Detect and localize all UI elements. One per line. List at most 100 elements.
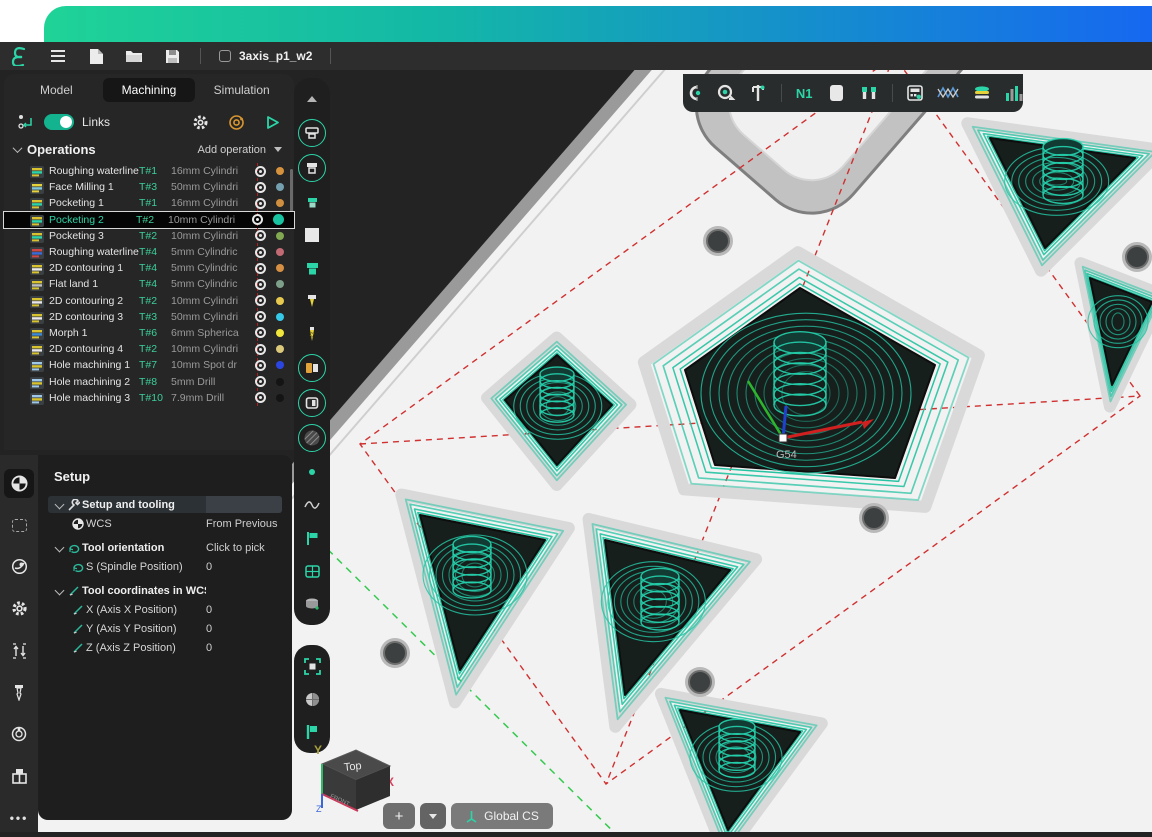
simulation-ball-icon[interactable] [4, 553, 34, 582]
setup-row[interactable]: Z (Axis Z Position)0 [48, 639, 282, 656]
operation-radio-icon[interactable] [255, 327, 266, 338]
tool-holder-icon[interactable] [4, 720, 34, 749]
holder-block-icon[interactable] [4, 761, 34, 790]
hatch-sphere-icon[interactable] [298, 424, 326, 452]
drill-tool-icon[interactable] [4, 678, 34, 707]
setup-row-value[interactable]: Click to pick [206, 542, 282, 554]
operation-radio-icon[interactable] [255, 376, 266, 387]
toolpath-color-dot[interactable] [276, 329, 284, 337]
orbit-ball-icon[interactable] [299, 686, 325, 712]
toolpath-color-dot[interactable] [276, 280, 284, 288]
nc-program-icon[interactable]: N1 [795, 81, 814, 105]
point-dot-icon[interactable] [299, 459, 325, 485]
operation-radio-icon[interactable] [255, 360, 266, 371]
operation-row[interactable]: Morph 1T#66mm Spherica [4, 325, 294, 341]
setup-row-value[interactable]: 0 [206, 623, 282, 635]
view-cube[interactable]: Y X Top FRONT Z [306, 738, 398, 819]
toolpath-color-dot[interactable] [276, 345, 284, 353]
cs-dropdown-button[interactable] [420, 803, 446, 829]
operations-collapse-icon[interactable] [13, 143, 23, 153]
operation-radio-icon[interactable] [255, 182, 266, 193]
main-menu-icon[interactable] [48, 46, 68, 66]
toolpath-color-dot[interactable] [276, 167, 284, 175]
scroll-up-caret-icon[interactable] [299, 86, 325, 112]
save-icon[interactable] [162, 46, 182, 66]
operation-row[interactable]: Flat land 1T#45mm Cylindric [4, 276, 294, 292]
setup-row[interactable]: Tool coordinates in WCS [48, 582, 282, 599]
operation-row[interactable]: Hole machining 1T#710mm Spot dr [4, 357, 294, 373]
wcs-icon[interactable] [4, 469, 34, 498]
toolpath-color-dot[interactable] [273, 214, 284, 225]
setup-row[interactable]: Setup and tooling [48, 496, 282, 513]
tool-tip-icon[interactable] [299, 288, 325, 314]
setup-row[interactable]: X (Axis X Position)0 [48, 601, 282, 618]
transform-arrows-icon[interactable] [4, 636, 34, 665]
operation-radio-icon[interactable] [252, 214, 263, 225]
spline-wave-icon[interactable] [299, 492, 325, 518]
caliper-icon[interactable] [749, 81, 768, 105]
setup-row[interactable]: Y (Axis Y Position)0 [48, 620, 282, 637]
setup-row-value[interactable]: From Previous [206, 518, 282, 530]
operation-row[interactable]: Roughing waterline 1T#116mm Cylindri [4, 163, 294, 179]
stock-square-icon[interactable] [299, 222, 325, 248]
more-ellipsis-icon[interactable]: ••• [4, 803, 34, 832]
tool-pair-icon[interactable] [859, 81, 879, 105]
setup-row-value[interactable]: 0 [206, 604, 282, 616]
operation-row[interactable]: Face Milling 1T#350mm Cylindri [4, 179, 294, 195]
setup-row[interactable]: Tool orientationClick to pick [48, 539, 282, 556]
operation-radio-icon[interactable] [255, 230, 266, 241]
run-play-icon[interactable] [262, 112, 282, 132]
toolpath-color-dot[interactable] [276, 361, 284, 369]
toolpath-color-dot[interactable] [276, 199, 284, 207]
tool-dark-icon[interactable] [298, 389, 326, 417]
settings-gear-icon[interactable] [4, 594, 34, 623]
operations-settings-icon[interactable] [190, 112, 210, 132]
document-tab[interactable]: 3axis_p1_w2 [219, 49, 312, 63]
measure-tape-icon[interactable] [716, 81, 736, 105]
operation-radio-icon[interactable] [255, 279, 266, 290]
toolpath-color-dot[interactable] [276, 313, 284, 321]
chevron-down-icon[interactable] [54, 500, 64, 510]
setup-row-value[interactable]: 0 [206, 642, 282, 654]
stock-icon[interactable] [827, 81, 846, 105]
toolpath-color-dot[interactable] [276, 248, 284, 256]
toolpath-color-dot[interactable] [276, 232, 284, 240]
tab-model[interactable]: Model [10, 78, 103, 102]
tool-holder-b-icon[interactable] [298, 154, 326, 182]
tool-holder-a-icon[interactable] [298, 119, 326, 147]
statistics-bars-icon[interactable] [1004, 81, 1023, 105]
tool-teal-small-icon[interactable] [299, 189, 325, 215]
operation-row[interactable]: Pocketing 1T#116mm Cylindri [4, 195, 294, 211]
operation-row[interactable]: 2D contouring 1T#45mm Cylindric [4, 260, 294, 276]
waveform-icon[interactable] [937, 81, 959, 105]
toolpath-color-dot[interactable] [276, 264, 284, 272]
fit-view-icon[interactable] [299, 653, 325, 679]
tab-simulation[interactable]: Simulation [195, 78, 288, 102]
operation-radio-icon[interactable] [255, 247, 266, 258]
operation-row[interactable]: Pocketing 3T#210mm Cylindri [4, 228, 294, 244]
tool-teal-icon[interactable] [299, 255, 325, 281]
drill-bit-icon[interactable] [299, 321, 325, 347]
operation-row[interactable]: Pocketing 2T#210mm Cylindri [4, 212, 294, 228]
operation-row[interactable]: Roughing waterline (rest...T#45mm Cylind… [4, 244, 294, 260]
operation-row[interactable]: Hole machining 2T#85mm Drill [4, 373, 294, 389]
simulation-status-icon[interactable] [226, 112, 246, 132]
add-operation-caret-icon[interactable] [274, 147, 282, 152]
open-folder-icon[interactable] [124, 46, 144, 66]
operation-radio-icon[interactable] [255, 344, 266, 355]
setup-row[interactable]: S (Spindle Position)0 [48, 558, 282, 575]
setup-row-value[interactable]: 0 [206, 561, 282, 573]
magnet-icon[interactable] [683, 81, 703, 105]
layers-stack-icon[interactable] [972, 81, 991, 105]
chevron-down-icon[interactable] [54, 586, 64, 596]
tool-orange-icon[interactable] [298, 354, 326, 382]
setup-row[interactable]: WCSFrom Previous [48, 515, 282, 532]
operation-radio-icon[interactable] [255, 166, 266, 177]
stock-cylinder-icon[interactable] [299, 591, 325, 617]
operation-radio-icon[interactable] [255, 295, 266, 306]
flag-icon[interactable] [299, 525, 325, 551]
toolpath-color-dot[interactable] [276, 394, 284, 402]
operation-radio-icon[interactable] [255, 392, 266, 403]
stock-box-icon[interactable] [4, 511, 34, 540]
operation-row[interactable]: 2D contouring 4T#210mm Cylindri [4, 341, 294, 357]
